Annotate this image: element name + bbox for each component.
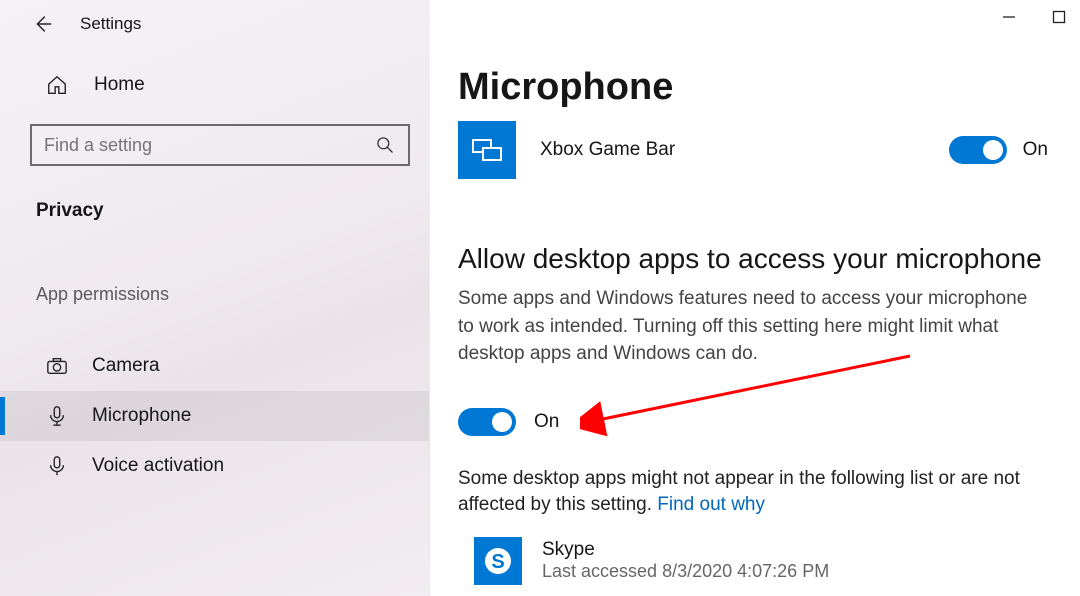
desktop-apps-heading: Allow desktop apps to access your microp…	[458, 243, 1062, 275]
toggle-state-label: On	[534, 411, 559, 433]
back-button[interactable]	[30, 12, 54, 36]
desktop-app-name: Skype	[542, 539, 829, 561]
sidebar-section-title: Privacy	[0, 166, 429, 222]
maximize-button[interactable]	[1048, 6, 1070, 28]
skype-icon: S	[474, 537, 522, 585]
page-heading: Microphone	[458, 0, 1062, 117]
sidebar-item-camera[interactable]: Camera	[0, 341, 429, 391]
desktop-apps-toggle[interactable]	[458, 408, 516, 436]
voice-activation-icon	[46, 455, 68, 477]
sidebar-item-label: Camera	[92, 355, 160, 377]
find-out-why-link[interactable]: Find out why	[657, 494, 765, 515]
sidebar-item-label: Microphone	[92, 405, 191, 427]
microphone-icon	[46, 405, 68, 427]
window-title: Settings	[80, 14, 141, 34]
sidebar-item-microphone[interactable]: Microphone	[0, 391, 429, 441]
sidebar-item-voice-activation[interactable]: Voice activation	[0, 441, 429, 491]
sidebar-item-label: Voice activation	[92, 455, 224, 477]
search-box[interactable]	[30, 124, 410, 166]
camera-icon	[46, 355, 68, 377]
sidebar-group-label: App permissions	[0, 222, 429, 319]
xbox-game-bar-toggle[interactable]	[949, 136, 1007, 164]
xbox-game-bar-icon	[458, 121, 516, 179]
sidebar-item-home[interactable]: Home	[0, 44, 429, 124]
search-input[interactable]	[44, 135, 374, 156]
minimize-button[interactable]	[998, 6, 1020, 28]
svg-text:S: S	[491, 551, 504, 573]
sidebar: Settings Home Privacy App permissions Ca…	[0, 0, 430, 596]
home-label: Home	[94, 74, 145, 96]
main-content: Microphone Xbox Game Bar On Allow deskto…	[430, 0, 1080, 596]
home-icon	[46, 74, 68, 96]
desktop-app-last-accessed: Last accessed 8/3/2020 4:07:26 PM	[542, 561, 829, 582]
desktop-apps-description: Some apps and Windows features need to a…	[458, 285, 1048, 368]
desktop-apps-note: Some desktop apps might not appear in th…	[458, 466, 1058, 519]
search-icon	[374, 134, 396, 156]
app-name: Xbox Game Bar	[540, 139, 675, 161]
toggle-state-label: On	[1023, 139, 1048, 161]
desktop-app-row-skype: S Skype Last accessed 8/3/2020 4:07:26 P…	[474, 537, 1062, 585]
app-row-xbox-game-bar: Xbox Game Bar On	[458, 121, 1062, 179]
